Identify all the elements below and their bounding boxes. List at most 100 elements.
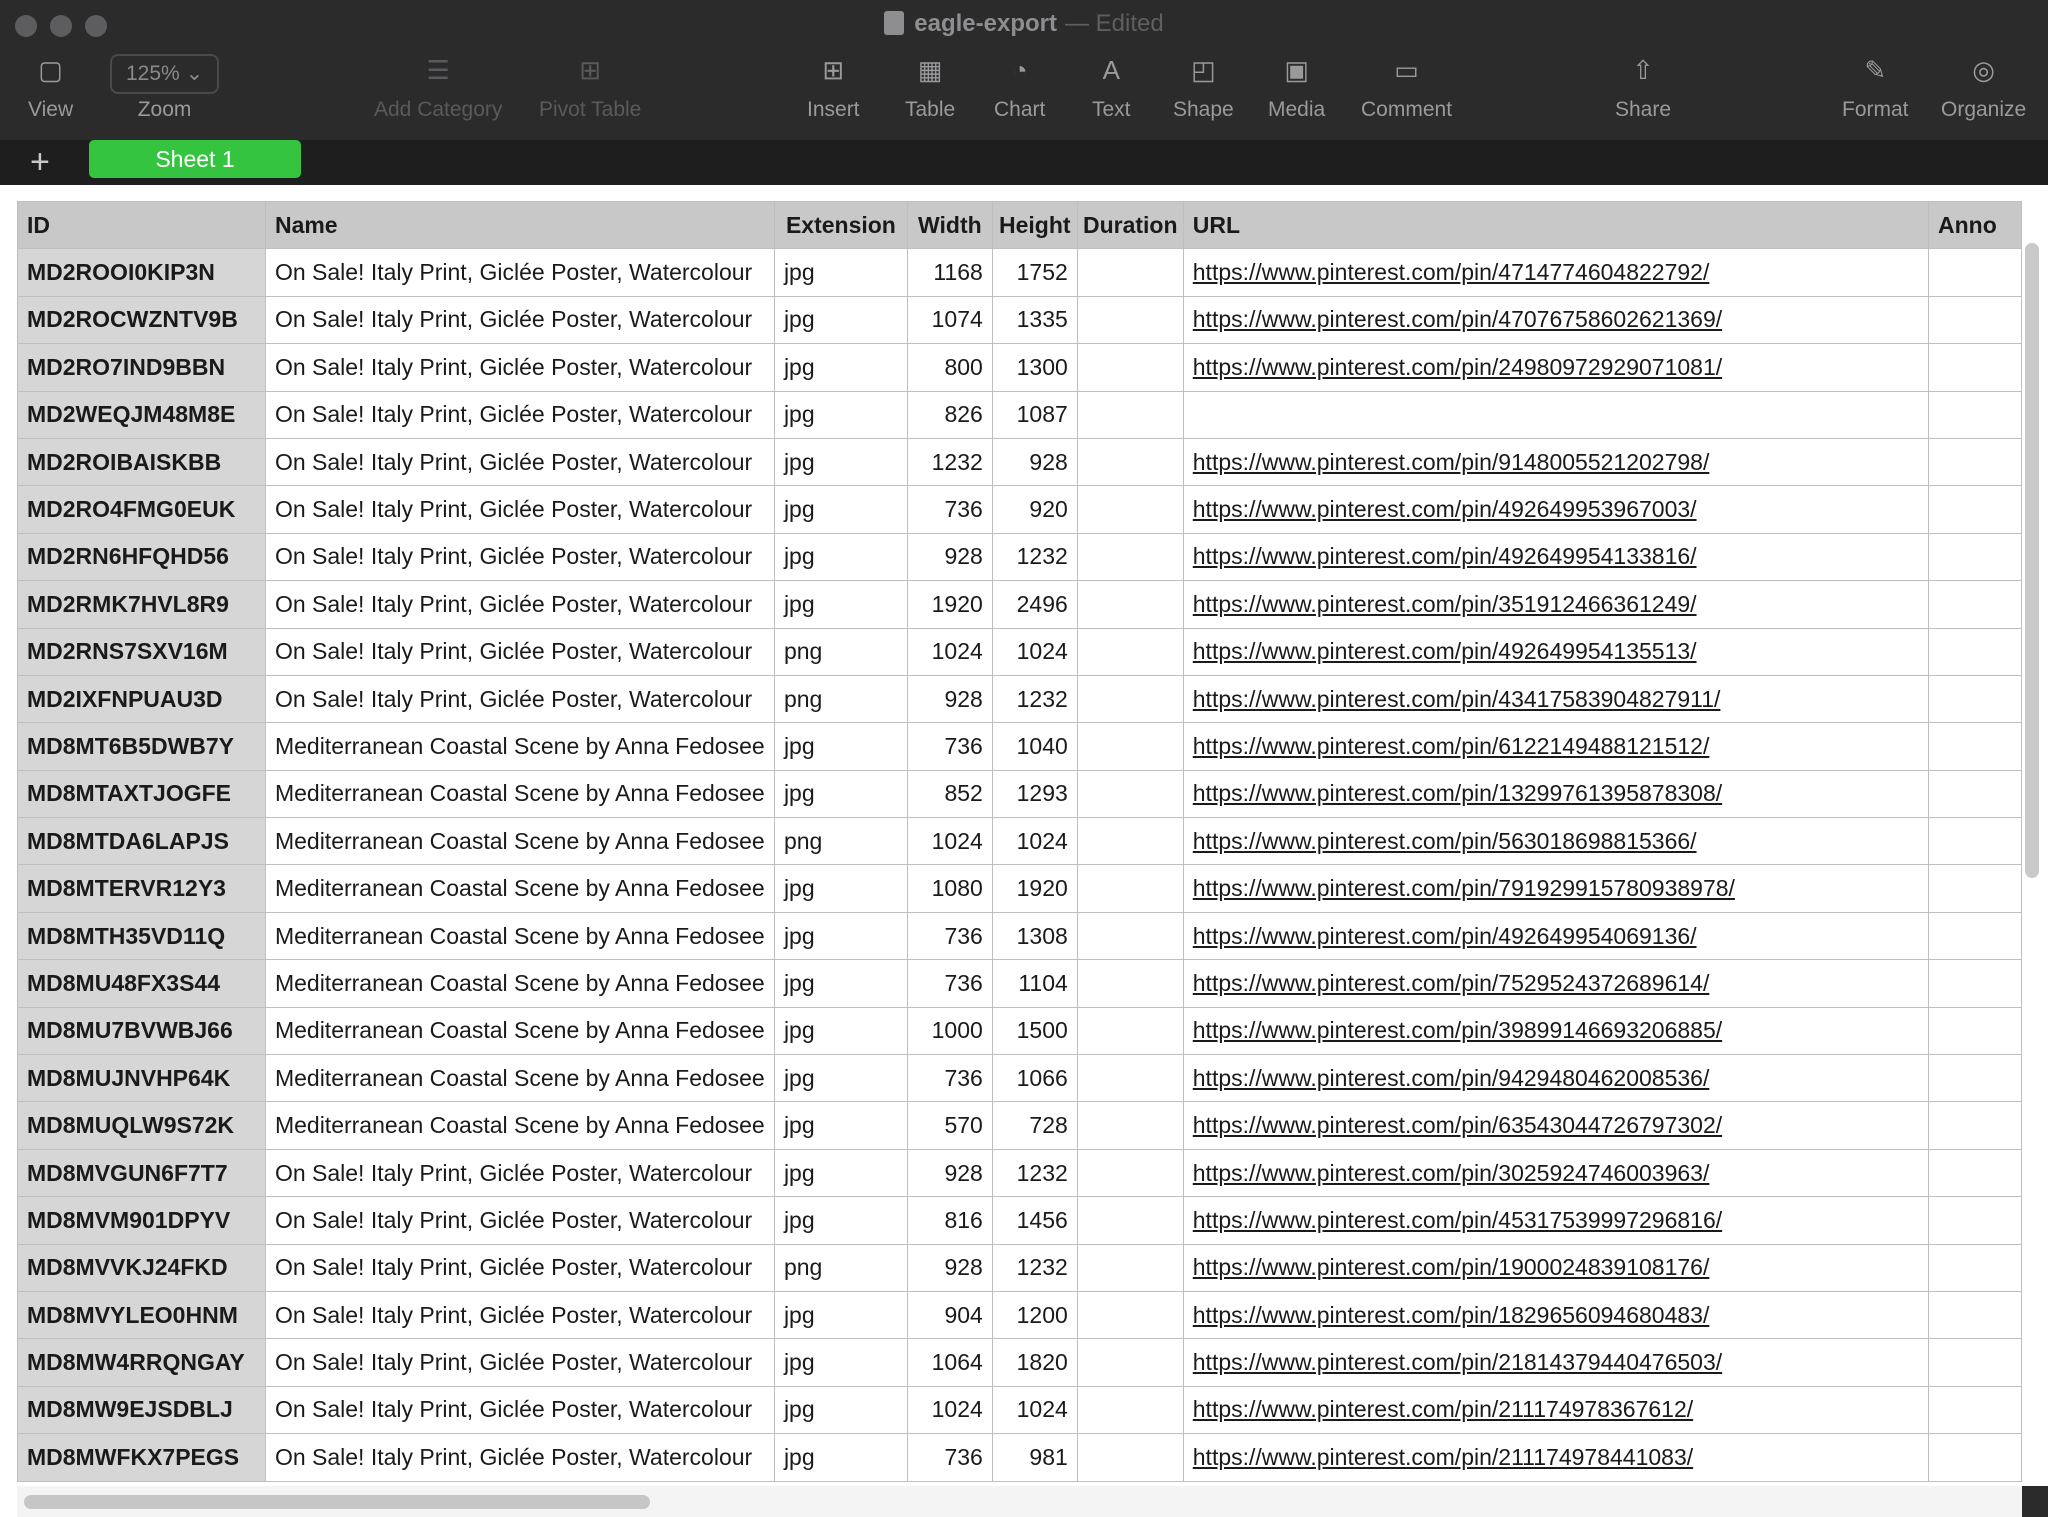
cell-url[interactable]: https://www.pinterest.com/pin/3989914669…: [1182, 1006, 1930, 1056]
organize-button[interactable]: ◎ Organize: [1941, 52, 2026, 122]
cell-duration[interactable]: [1076, 1385, 1184, 1435]
cell-extension[interactable]: jpg: [773, 1148, 908, 1198]
cell-annotation[interactable]: [1928, 817, 2022, 866]
cell-name[interactable]: On Sale! Italy Print, Giclée Poster, Wat…: [264, 485, 775, 534]
cell-width[interactable]: 1000: [906, 1006, 993, 1056]
tab-sheet-1[interactable]: Sheet 1: [89, 140, 301, 178]
cell-extension[interactable]: jpg: [773, 1196, 908, 1245]
cell-width[interactable]: 852: [906, 769, 993, 819]
cell-name[interactable]: On Sale! Italy Print, Giclée Poster, Wat…: [264, 674, 775, 724]
cell-duration[interactable]: [1076, 1148, 1184, 1198]
cell-id[interactable]: MD8MWFKX7PEGS: [17, 1433, 266, 1482]
cell-name[interactable]: Mediterranean Coastal Scene by Anna Fedo…: [264, 769, 775, 819]
cell-width[interactable]: 736: [906, 959, 993, 1008]
cell-duration[interactable]: [1076, 1196, 1184, 1245]
cell-id[interactable]: MD2IXFNPUAU3D: [17, 674, 266, 724]
cell-width[interactable]: 1024: [906, 817, 993, 866]
cell-annotation[interactable]: [1928, 1101, 2022, 1150]
add-category-button[interactable]: ☰ Add Category: [374, 52, 502, 122]
cell-name[interactable]: On Sale! Italy Print, Giclée Poster, Wat…: [264, 1385, 775, 1435]
cell-annotation[interactable]: [1928, 911, 2022, 961]
cell-height[interactable]: 1024: [991, 817, 1078, 866]
cell-id[interactable]: MD8MTAXTJOGFE: [17, 769, 266, 819]
format-button[interactable]: ✎ Format: [1842, 52, 1909, 122]
cell-height[interactable]: 2496: [991, 580, 1078, 629]
cell-height[interactable]: 1752: [991, 248, 1078, 297]
cell-height[interactable]: 1293: [991, 769, 1078, 819]
cell-id[interactable]: MD8MUJNVHP64K: [17, 1054, 266, 1103]
cell-url[interactable]: https://www.pinterest.com/pin/4926499539…: [1182, 485, 1930, 534]
cell-id[interactable]: MD8MU48FX3S44: [17, 959, 266, 1008]
cell-id[interactable]: MD8MVYLEO0HNM: [17, 1290, 266, 1340]
cell-annotation[interactable]: [1928, 627, 2022, 676]
cell-duration[interactable]: [1076, 390, 1184, 439]
cell-extension[interactable]: jpg: [773, 248, 908, 297]
cell-id[interactable]: MD2RMK7HVL8R9: [17, 580, 266, 629]
cell-extension[interactable]: jpg: [773, 390, 908, 439]
view-button[interactable]: ▢ View: [28, 52, 73, 122]
add-sheet-button[interactable]: +: [30, 142, 50, 182]
cell-width[interactable]: 570: [906, 1101, 993, 1150]
cell-duration[interactable]: [1076, 248, 1184, 297]
cell-name[interactable]: Mediterranean Coastal Scene by Anna Fedo…: [264, 864, 775, 913]
cell-duration[interactable]: [1076, 627, 1184, 676]
cell-extension[interactable]: jpg: [773, 485, 908, 534]
cell-width[interactable]: 736: [906, 1054, 993, 1103]
cell-height[interactable]: 1456: [991, 1196, 1078, 1245]
cell-name[interactable]: On Sale! Italy Print, Giclée Poster, Wat…: [264, 343, 775, 392]
cell-id[interactable]: MD8MTH35VD11Q: [17, 911, 266, 961]
cell-annotation[interactable]: [1928, 580, 2022, 629]
zoom-control[interactable]: 125% ⌄ Zoom: [110, 54, 220, 122]
cell-width[interactable]: 904: [906, 1290, 993, 1340]
cell-annotation[interactable]: [1928, 1433, 2022, 1482]
cell-annotation[interactable]: [1928, 437, 2022, 487]
cell-width[interactable]: 928: [906, 674, 993, 724]
cell-name[interactable]: On Sale! Italy Print, Giclée Poster, Wat…: [264, 390, 775, 439]
cell-width[interactable]: 736: [906, 485, 993, 534]
cell-annotation[interactable]: [1928, 248, 2022, 297]
cell-id[interactable]: MD8MU7BVWBJ66: [17, 1006, 266, 1056]
cell-height[interactable]: 1820: [991, 1338, 1078, 1387]
cell-url[interactable]: https://www.pinterest.com/pin/2181437944…: [1182, 1338, 1930, 1387]
cell-id[interactable]: MD8MTDA6LAPJS: [17, 817, 266, 866]
cell-url[interactable]: https://www.pinterest.com/pin/7919299157…: [1182, 864, 1930, 913]
cell-url[interactable]: https://www.pinterest.com/pin/1900024839…: [1182, 1243, 1930, 1292]
cell-id[interactable]: MD2WEQJM48M8E: [17, 390, 266, 439]
cell-duration[interactable]: [1076, 437, 1184, 487]
insert-button[interactable]: ⊞ Insert: [807, 52, 860, 122]
cell-width[interactable]: 1168: [906, 248, 993, 297]
cell-duration[interactable]: [1076, 1054, 1184, 1103]
cell-duration[interactable]: [1076, 1243, 1184, 1292]
cell-annotation[interactable]: [1928, 674, 2022, 724]
cell-id[interactable]: MD2RNS7SXV16M: [17, 627, 266, 676]
cell-duration[interactable]: [1076, 532, 1184, 582]
cell-extension[interactable]: jpg: [773, 295, 908, 345]
cell-width[interactable]: 736: [906, 722, 993, 771]
cell-name[interactable]: On Sale! Italy Print, Giclée Poster, Wat…: [264, 437, 775, 487]
cell-extension[interactable]: png: [773, 627, 908, 676]
cell-extension[interactable]: jpg: [773, 911, 908, 961]
cell-url[interactable]: https://www.pinterest.com/pin/4531753999…: [1182, 1196, 1930, 1245]
cell-annotation[interactable]: [1928, 390, 2022, 439]
comment-button[interactable]: ▭ Comment: [1361, 52, 1452, 122]
cell-id[interactable]: MD8MUQLW9S72K: [17, 1101, 266, 1150]
cell-url[interactable]: https://www.pinterest.com/pin/1329976139…: [1182, 769, 1930, 819]
cell-extension[interactable]: jpg: [773, 769, 908, 819]
cell-id[interactable]: MD8MVGUN6F7T7: [17, 1148, 266, 1198]
cell-url[interactable]: https://www.pinterest.com/pin/6122149488…: [1182, 722, 1930, 771]
cell-annotation[interactable]: [1928, 1385, 2022, 1435]
cell-id[interactable]: MD8MT6B5DWB7Y: [17, 722, 266, 771]
cell-extension[interactable]: png: [773, 674, 908, 724]
cell-width[interactable]: 800: [906, 343, 993, 392]
cell-url[interactable]: https://www.pinterest.com/pin/4714774604…: [1182, 248, 1930, 297]
cell-width[interactable]: 1074: [906, 295, 993, 345]
cell-url[interactable]: https://www.pinterest.com/pin/5630186988…: [1182, 817, 1930, 866]
media-button[interactable]: ▣ Media: [1268, 52, 1325, 122]
cell-width[interactable]: 736: [906, 911, 993, 961]
shape-button[interactable]: ◰ Shape: [1173, 52, 1234, 122]
zoom-select[interactable]: 125% ⌄: [110, 54, 220, 94]
cell-extension[interactable]: jpg: [773, 722, 908, 771]
cell-url[interactable]: https://www.pinterest.com/pin/9429480462…: [1182, 1054, 1930, 1103]
cell-name[interactable]: On Sale! Italy Print, Giclée Poster, Wat…: [264, 580, 775, 629]
cell-width[interactable]: 826: [906, 390, 993, 439]
